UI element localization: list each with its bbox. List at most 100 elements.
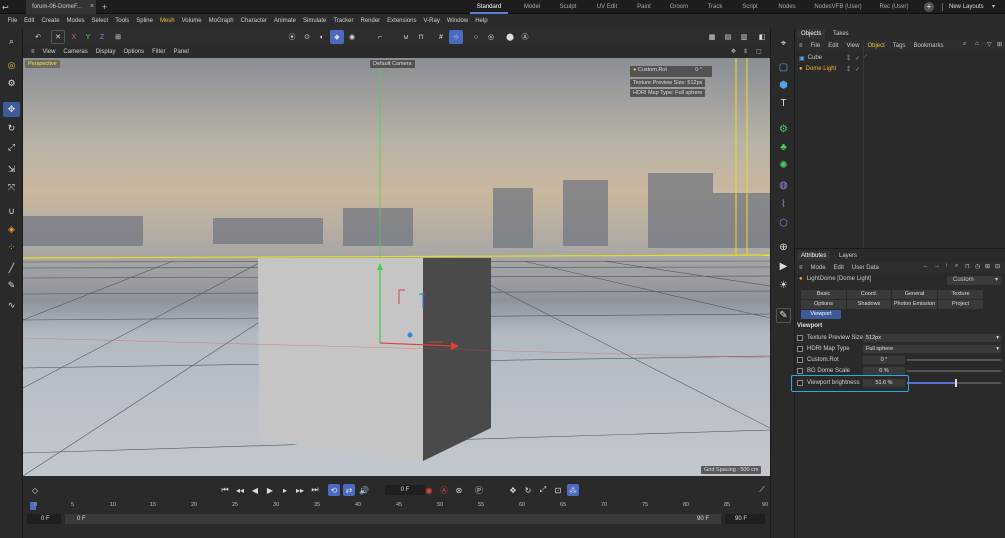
hdri-map-type-dropdown[interactable]: Full sphere ▾ [863, 345, 1001, 353]
menu-tools[interactable]: Tools [112, 14, 133, 28]
perspective-label[interactable]: Perspective [25, 60, 60, 68]
cloner-icon[interactable]: ♣ [776, 140, 791, 155]
layout-tab-uv-edit[interactable]: UV Edit [592, 0, 622, 14]
tweak-icon[interactable]: ⊓ [414, 30, 428, 44]
new-view-icon[interactable]: ⊞ [997, 41, 1002, 48]
polygon-mode-icon[interactable]: ◈ [3, 222, 20, 237]
next-key-icon[interactable]: ▸▸ [294, 484, 306, 496]
bg-dome-scale-slider[interactable] [907, 370, 1001, 372]
viewmenu-options[interactable]: Options [119, 49, 148, 55]
back-arrow-icon[interactable]: ← [923, 263, 929, 269]
attrmenu-user-data[interactable]: User Data [848, 265, 883, 271]
menu-character[interactable]: Character [237, 14, 270, 28]
enabled-check-icon[interactable]: ✓ [855, 66, 860, 73]
viewport-solo-icon[interactable]: ○ [469, 30, 483, 44]
hamburger-icon[interactable]: ≡ [795, 265, 807, 271]
key-position-icon[interactable]: Ⓟ [473, 484, 485, 496]
chevron-down-icon[interactable]: ▾ [992, 3, 995, 10]
next-frame-icon[interactable]: ▸ [279, 484, 291, 496]
end-frame-field[interactable]: 90 F [725, 514, 765, 524]
preset-dropdown[interactable]: Custom ▾ [947, 276, 1001, 285]
camera-icon[interactable]: ◧ [755, 30, 769, 44]
axis-z-lock[interactable]: Z [95, 30, 109, 44]
edit-render-settings-icon[interactable]: ▥ [737, 30, 751, 44]
custom-rot-slider[interactable] [907, 359, 1001, 361]
menu-extensions[interactable]: Extensions [384, 14, 420, 28]
new-tab-icon[interactable]: + [102, 2, 107, 12]
menu-file[interactable]: File [4, 14, 21, 28]
viewmenu-cameras[interactable]: Cameras [59, 49, 91, 55]
workplane-snap-icon[interactable]: ⊹ [449, 30, 463, 44]
viewmenu-filter[interactable]: Filter [148, 49, 169, 55]
edges-icon[interactable]: ◆ [330, 30, 344, 44]
zoom-icon[interactable]: ⇕ [743, 48, 748, 55]
object-axis-icon[interactable]: ⬤ [503, 30, 517, 44]
search-icon[interactable]: ⌕ [955, 263, 958, 270]
custom-rot-field[interactable]: 0 ° [863, 356, 905, 364]
tab-attributes[interactable]: Attributes [797, 251, 831, 261]
enable-axis-icon[interactable]: ⊌ [399, 30, 413, 44]
undo-icon[interactable]: ↶ [31, 30, 45, 44]
animate-toggle[interactable] [797, 357, 803, 363]
forward-arrow-icon[interactable]: → [934, 263, 940, 269]
tab-shadows[interactable]: Shadows [847, 300, 891, 309]
points-icon[interactable]: ◐ [315, 30, 329, 44]
loop-icon[interactable]: ⟲ [328, 484, 340, 496]
snap-icon[interactable]: ⤧ [3, 180, 20, 195]
home-icon[interactable]: ⌂ [975, 41, 979, 47]
viewmenu-display[interactable]: Display [92, 49, 120, 55]
primitive-icon[interactable]: ⬢ [776, 78, 791, 93]
layout-tab-standard[interactable]: Standard [470, 0, 508, 14]
camera-label[interactable]: Default Camera [370, 60, 415, 68]
back-icon[interactable]: ↩ [2, 3, 9, 12]
tab-general[interactable]: General [892, 290, 937, 299]
up-arrow-icon[interactable]: ↑ [945, 263, 948, 269]
menu-help[interactable]: Help [472, 14, 491, 28]
menu-edit[interactable]: Edit [21, 14, 38, 28]
axis-x-lock[interactable]: X [67, 30, 81, 44]
layout-tab-sculpt[interactable]: Sculpt [554, 0, 582, 14]
tab-options[interactable]: Options [801, 300, 846, 309]
render-view-icon[interactable]: ⦿ [285, 30, 299, 44]
model-mode-icon[interactable]: ✕ [51, 30, 65, 44]
paint-icon[interactable]: ✎ [3, 278, 20, 293]
hamburger-icon[interactable]: ≡ [27, 49, 39, 55]
play-icon[interactable]: ▶ [264, 484, 276, 496]
picker-icon[interactable]: ⌖ [776, 36, 791, 51]
tab-photon-emission[interactable]: Photon Emission [892, 300, 937, 309]
menu-select[interactable]: Select [88, 14, 112, 28]
timeline-ruler[interactable]: 0 5 10 15 20 25 30 35 40 45 50 55 60 65 … [23, 500, 770, 512]
field-icon[interactable]: ◍ [776, 178, 791, 193]
tab-texture[interactable]: Texture [938, 290, 983, 299]
texture-preview-size-dropdown[interactable]: 512px ▾ [863, 334, 1001, 342]
layout-tab-track[interactable]: Track [704, 0, 726, 14]
animate-toggle[interactable] [797, 346, 803, 352]
navigate-icon[interactable]: ✥ [731, 48, 736, 55]
bg-dome-scale-field[interactable]: 0 % [863, 367, 905, 375]
object-row-cube[interactable]: ▣ Cube ⁑ ✓ ⟋ [799, 53, 999, 63]
isolation-icon[interactable]: ◎ [484, 30, 498, 44]
layout-tab-paint[interactable]: Paint [632, 0, 656, 14]
layout-tab-nodes[interactable]: Nodes [774, 0, 800, 14]
tab-objects[interactable]: Objects [797, 29, 826, 39]
menu-vray[interactable]: V-Ray [420, 14, 443, 28]
scene-icon[interactable]: ⊕ [776, 240, 791, 255]
objmenu-object[interactable]: Object [863, 43, 888, 49]
attrmenu-mode[interactable]: Mode [807, 265, 830, 271]
light-icon[interactable]: ☀ [776, 278, 791, 293]
menu-modes[interactable]: Modes [63, 14, 88, 28]
autokey-icon[interactable]: Ⓐ [438, 484, 450, 496]
render-to-picture-viewer-icon[interactable]: ▦ [705, 30, 719, 44]
go-to-start-icon[interactable]: ⏮ [219, 484, 231, 496]
add-layout-button[interactable]: + [924, 2, 934, 12]
hamburger-icon[interactable]: ≡ [795, 43, 807, 49]
animate-toggle[interactable] [797, 368, 803, 374]
layout-tab-script[interactable]: Script [738, 0, 762, 14]
render-settings-icon[interactable]: Ⓐ [518, 30, 532, 44]
grid-snap-icon[interactable]: # [434, 30, 448, 44]
transform-icon[interactable]: ⇲ [3, 162, 20, 177]
start-frame-field[interactable]: 0 F [27, 514, 61, 524]
go-to-end-icon[interactable]: ⏭ [309, 484, 321, 496]
menu-render[interactable]: Render [357, 14, 384, 28]
sound-icon[interactable]: 🔊 [358, 484, 370, 496]
